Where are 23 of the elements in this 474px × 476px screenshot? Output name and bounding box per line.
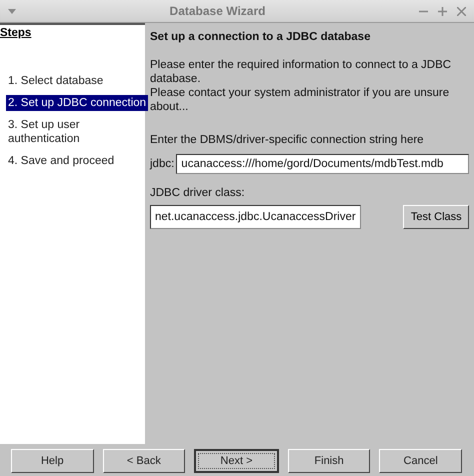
next-button[interactable]: Next > (194, 449, 279, 473)
connection-label: Enter the DBMS/driver-specific connection string here (150, 134, 425, 146)
cancel-button[interactable]: Cancel (379, 449, 462, 473)
step-item[interactable]: 2. Set up JDBC connection (6, 95, 148, 111)
step-item[interactable]: 1. Select database (6, 73, 106, 89)
prefix-label: jdbc: (150, 158, 174, 170)
test-class-button[interactable]: Test Class (403, 205, 470, 229)
driver-field[interactable]: net.ucanaccess.jdbc.UcanaccessDriver (150, 205, 361, 229)
step-item[interactable]: 4. Save and proceed (6, 153, 116, 169)
intro-text: Please enter the required information to connect to a JDBC database. (150, 58, 452, 86)
maximize-icon[interactable] (438, 6, 447, 16)
finish-button[interactable]: Finish (288, 449, 370, 473)
page-heading: Set up a connection to a JDBC database (150, 31, 372, 43)
help-button[interactable]: Help (11, 449, 94, 473)
menu-icon[interactable] (8, 8, 16, 14)
connection-field[interactable]: ucanaccess:///home/gord/Documents/mdbTest.mdb (176, 154, 470, 174)
intro-text: Please contact your system administrator if you are unsure about... (150, 86, 450, 114)
close-icon[interactable] (457, 6, 466, 16)
window-title: Database Wizard (168, 4, 266, 18)
driver-label: JDBC driver class: (150, 187, 246, 199)
step-item[interactable]: 3. Set up user authentication (6, 117, 132, 147)
back-button[interactable]: < Back (102, 449, 186, 473)
steps-heading: Steps (0, 26, 32, 39)
